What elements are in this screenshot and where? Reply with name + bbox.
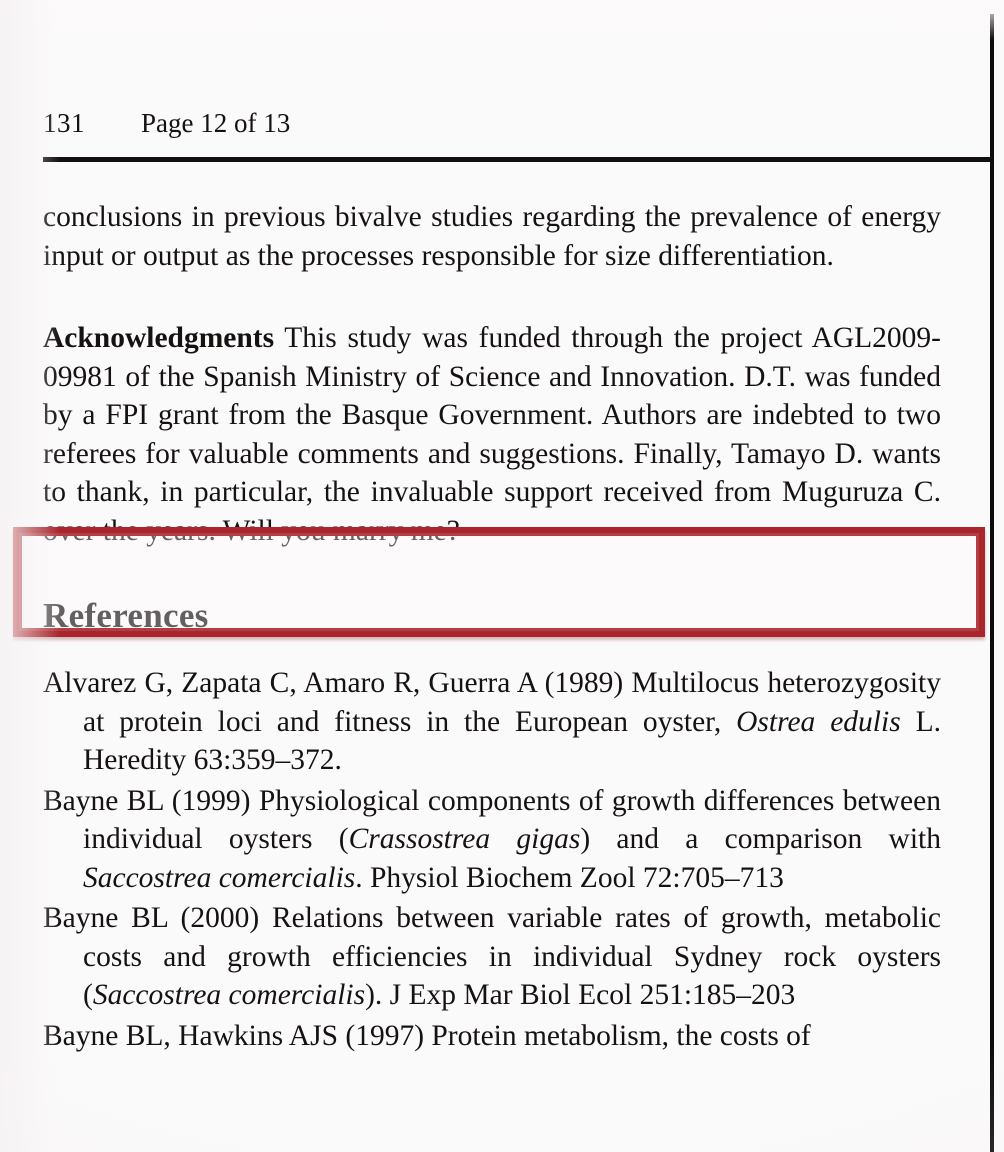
- acknowledgments-label: Acknowledgments: [43, 322, 275, 354]
- reference-entry: Alvarez G, Zapata C, Amaro R, Guerra A (…: [43, 664, 941, 780]
- species-name: Saccostrea comercialis: [92, 979, 366, 1011]
- bottom-crop-edge: [0, 1146, 1004, 1152]
- text-column: conclusions in previous bivalve studies …: [43, 198, 941, 1057]
- references-heading: References: [43, 596, 209, 635]
- reference-entry: Bayne BL (1999) Physiological components…: [43, 782, 941, 898]
- acknowledgments-text: This study was funded through the projec…: [43, 322, 941, 547]
- page-folio-number: 131: [43, 108, 85, 138]
- reference-text: Bayne BL, Hawkins AJS (1997) Protein met…: [43, 1019, 811, 1052]
- species-name: Crassostrea gigas: [348, 823, 581, 855]
- reference-entry: Bayne BL, Hawkins AJS (1997) Protein met…: [43, 1017, 941, 1056]
- page-of-label: Page 12 of 13: [141, 108, 291, 138]
- acknowledgments-paragraph: Acknowledgments This study was funded th…: [43, 319, 941, 550]
- species-name: Saccostrea comercialis: [83, 861, 356, 894]
- page-edge-line: [990, 14, 994, 1152]
- header-rule: [43, 157, 993, 162]
- reference-entry: Bayne BL (2000) Relations between variab…: [43, 899, 941, 1015]
- species-name: Ostrea edulis: [736, 705, 901, 738]
- reference-text: ) and a comparison with: [580, 823, 942, 855]
- scanned-page: 131 Page 12 of 13 conclusions in previous…: [0, 0, 1004, 1152]
- continued-paragraph: conclusions in previous bivalve studies …: [43, 201, 941, 272]
- references-list: Alvarez G, Zapata C, Amaro R, Guerra A (…: [43, 664, 941, 1055]
- reference-text: ). J Exp Mar Biol Ecol 251:185–203: [365, 979, 796, 1011]
- running-head: 131 Page 12 of 13: [43, 108, 943, 148]
- reference-text: . Physiol Biochem Zool 72:705–713: [355, 861, 784, 894]
